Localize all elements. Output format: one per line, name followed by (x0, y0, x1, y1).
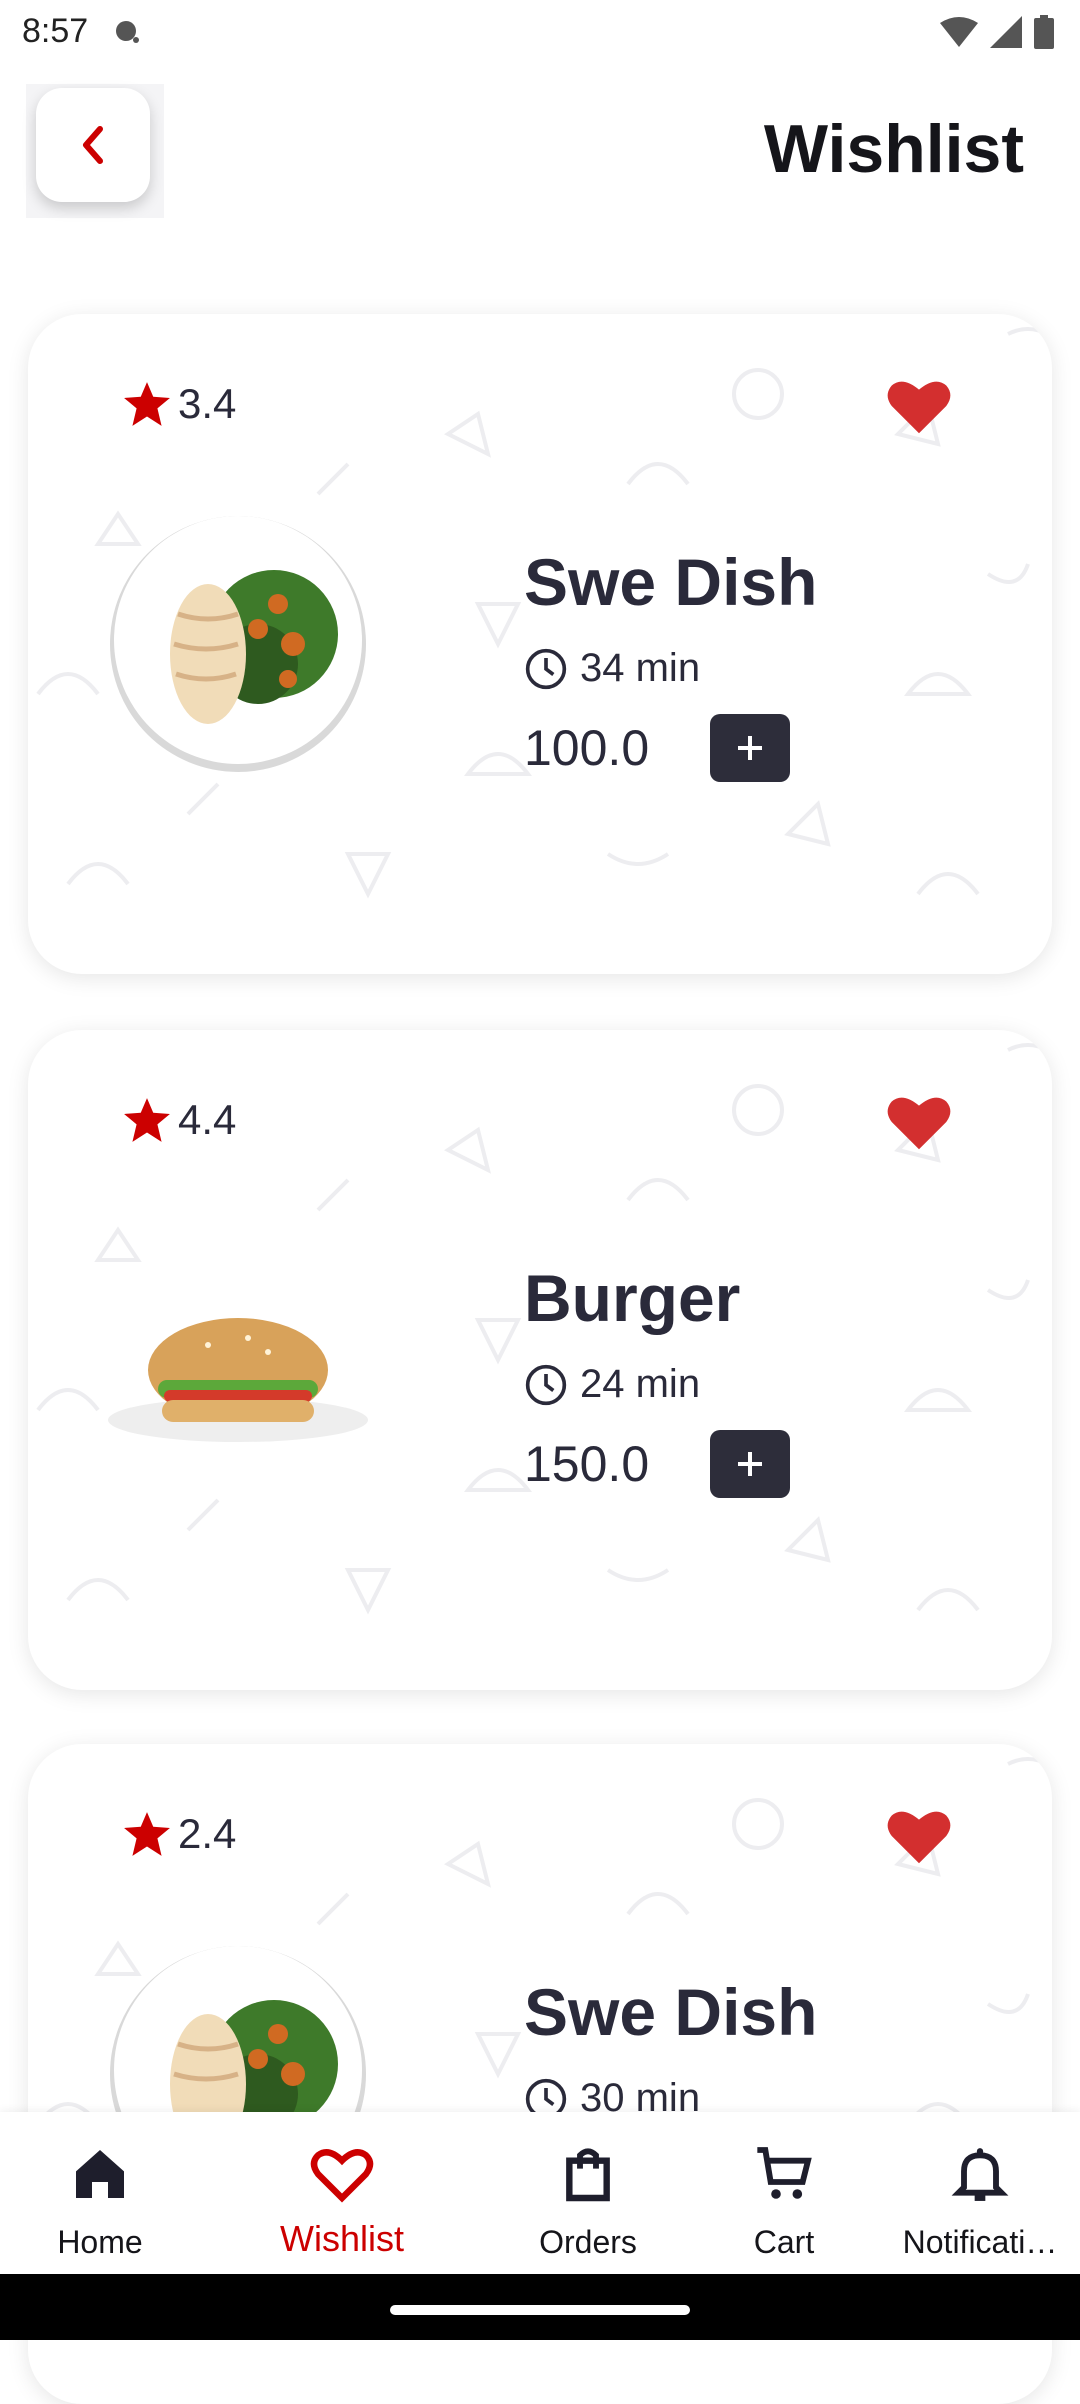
dish-image (110, 516, 366, 772)
back-button[interactable] (36, 88, 150, 202)
rating-value: 2.4 (178, 1810, 237, 1857)
price-row: 150.0 (524, 1430, 790, 1498)
dish-image (108, 1318, 368, 1442)
star-icon (124, 1098, 170, 1142)
rating-value: 4.4 (178, 1096, 237, 1143)
heart-filled-icon[interactable] (886, 1092, 952, 1152)
rating-value: 3.4 (178, 380, 237, 427)
wishlist-card[interactable]: 4.4 Burger 24 min 150.0 (28, 1030, 1052, 1690)
page-title: Wishlist (763, 111, 1024, 187)
heart-filled-icon[interactable] (886, 376, 952, 436)
cart-icon (757, 2147, 812, 2199)
heart-filled-icon[interactable] (886, 1806, 952, 1866)
plus-icon (738, 1452, 762, 1476)
prep-time: 24 min (524, 1362, 700, 1407)
prep-time: 34 min (524, 646, 700, 691)
add-to-cart-button[interactable] (710, 714, 790, 782)
nav-label-orders: Orders (539, 2224, 637, 2260)
prep-time-label: 24 min (580, 1362, 701, 1406)
add-to-cart-button[interactable] (710, 1430, 790, 1498)
bottom-navigation: Home Wishlist Orders Cart Notificati… (0, 2112, 1080, 2274)
signal-icon (990, 16, 1022, 48)
nav-label-wishlist: Wishlist (280, 2218, 404, 2259)
dish-name: Burger (524, 1261, 741, 1335)
nav-item-wishlist[interactable]: Wishlist (242, 2112, 442, 2274)
clock-icon (525, 1364, 567, 1405)
nav-label-cart: Cart (753, 2224, 815, 2260)
wishlist-card[interactable]: 3.4 Swe Dish 34 min 100.0 (28, 314, 1052, 974)
prep-time-label: 34 min (580, 646, 701, 690)
status-icons (940, 14, 1054, 50)
price: 150.0 (524, 1436, 650, 1492)
star-icon (124, 1812, 170, 1856)
home-icon (76, 2150, 124, 2198)
dish-name: Swe Dish (524, 545, 818, 619)
home-gesture-bar[interactable] (390, 2305, 690, 2315)
nav-item-orders[interactable]: Orders (488, 2112, 688, 2274)
plus-icon (738, 736, 762, 760)
shopping-bag-icon (566, 2148, 610, 2202)
price-row: 100.0 (524, 714, 790, 782)
price: 100.0 (524, 720, 650, 776)
status-time: 8:57 (22, 12, 89, 50)
status-bar: 8:57 (0, 0, 1080, 66)
heart-outline-icon (310, 2149, 374, 2203)
nav-item-home[interactable]: Home (0, 2112, 200, 2274)
rating: 4.4 (122, 1096, 236, 1144)
dish-name: Swe Dish (524, 1975, 818, 2049)
nav-label-notifications: Notificati… (902, 2224, 1058, 2260)
star-icon (124, 382, 170, 426)
wifi-icon (940, 17, 978, 47)
nav-item-notifications[interactable]: Notificati… (880, 2112, 1080, 2274)
clock-icon (525, 648, 567, 689)
nav-item-cart[interactable]: Cart (684, 2112, 884, 2274)
rating: 3.4 (122, 380, 236, 428)
bell-icon (951, 2148, 1009, 2201)
nav-label-home: Home (57, 2224, 143, 2260)
chevron-left-icon (83, 126, 103, 164)
notification-dot-icon (116, 21, 139, 43)
rating: 2.4 (122, 1810, 236, 1858)
battery-icon (1034, 15, 1054, 49)
